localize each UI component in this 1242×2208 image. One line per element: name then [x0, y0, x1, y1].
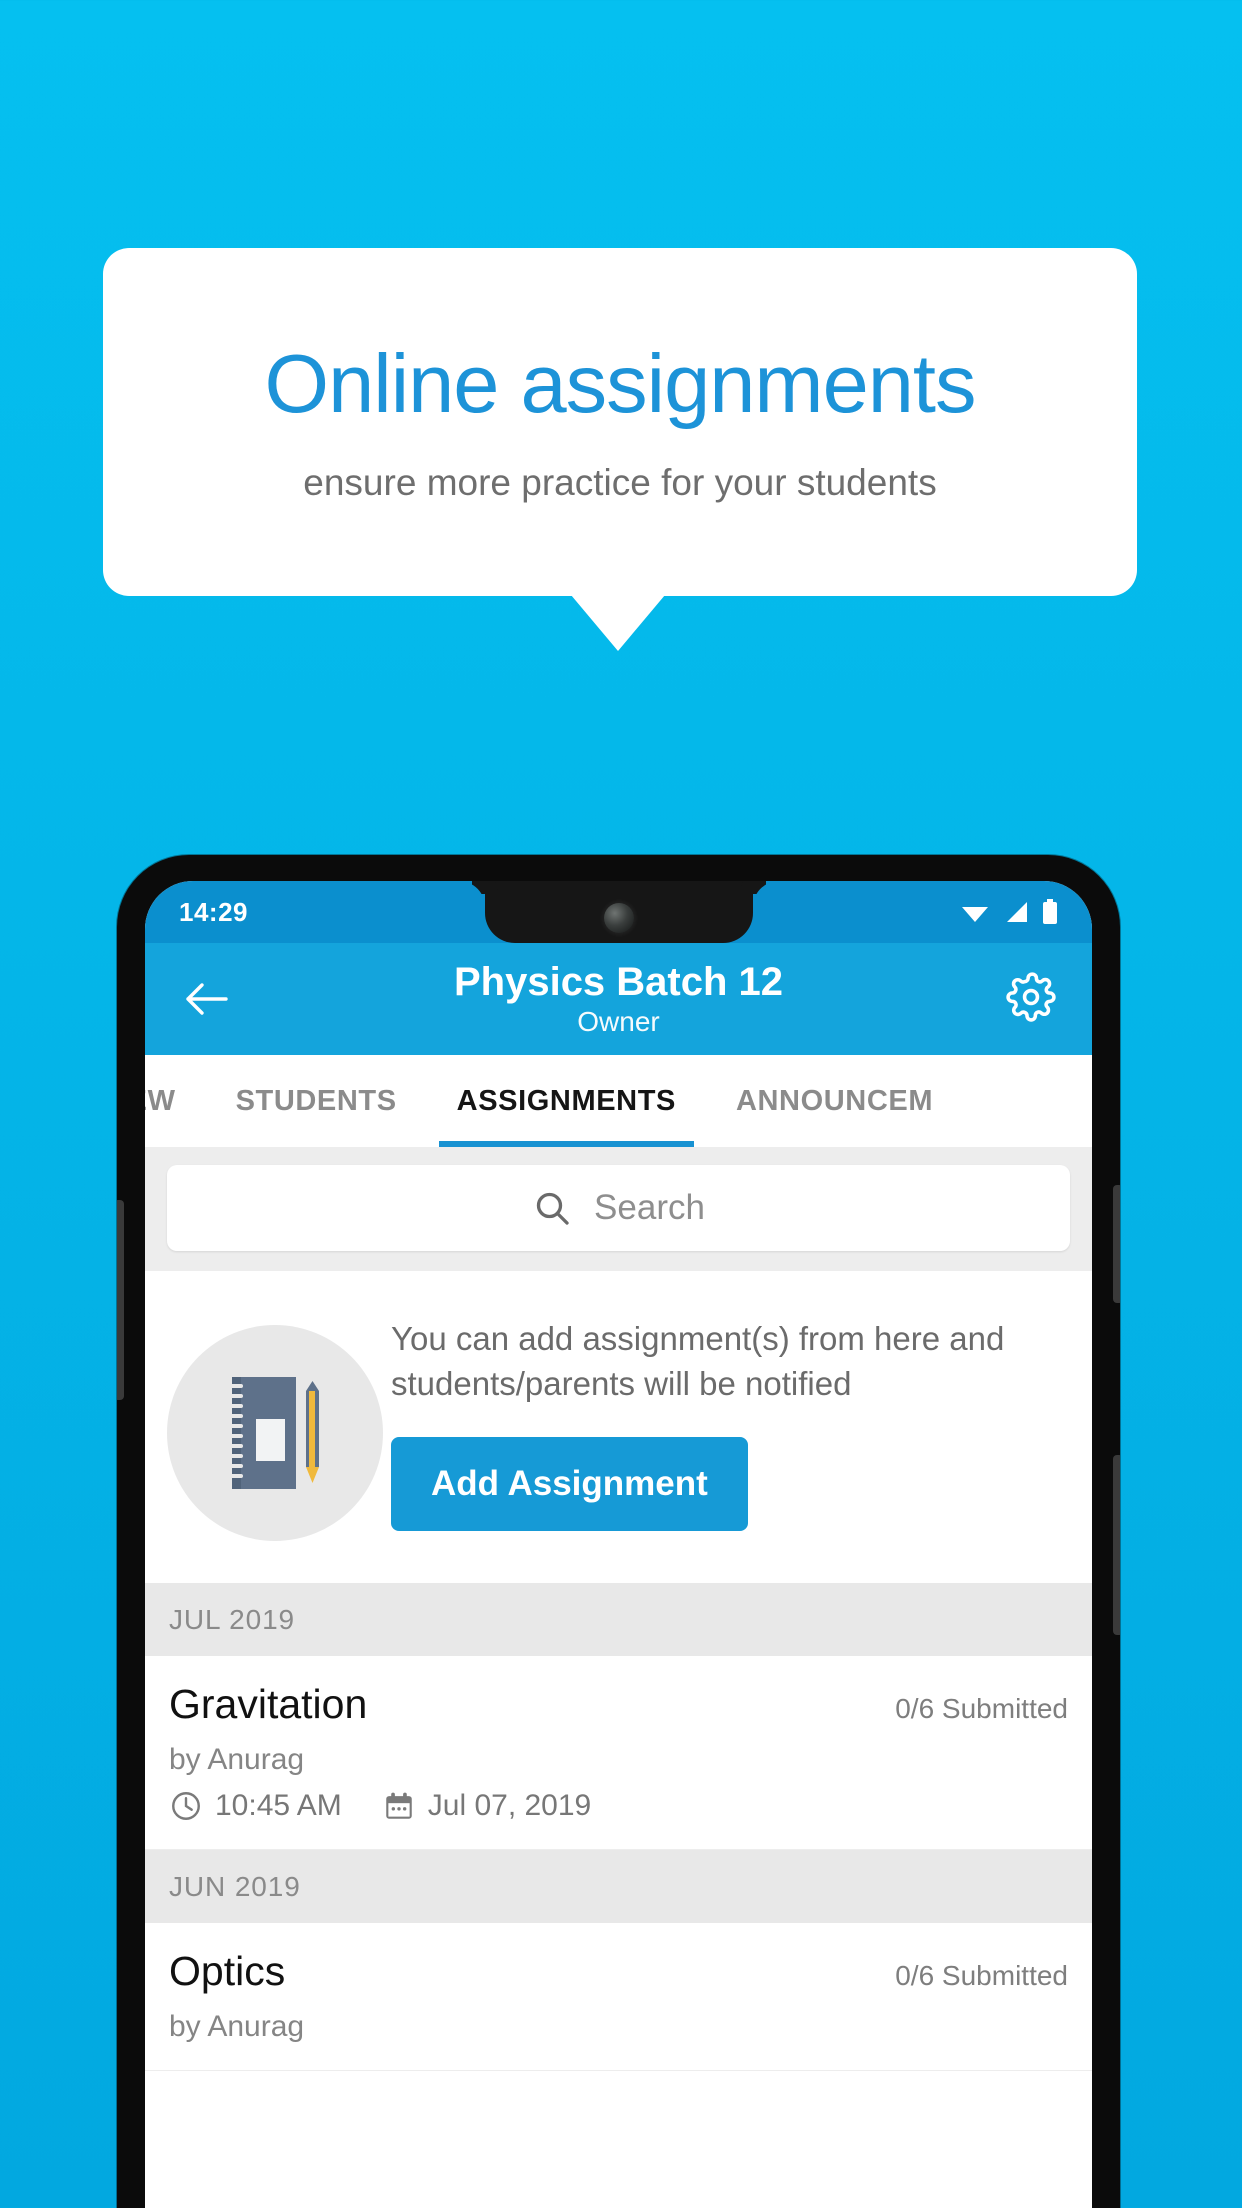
empty-state-card: You can add assignment(s) from here and …	[145, 1271, 1092, 1583]
search-placeholder: Search	[594, 1188, 705, 1227]
promo-subtitle: ensure more practice for your students	[303, 461, 937, 503]
signal-icon	[1003, 900, 1029, 924]
empty-state-message: You can add assignment(s) from here and …	[391, 1320, 1005, 1402]
page-title: Physics Batch 12	[453, 960, 784, 1005]
assignment-row-optics[interactable]: Optics 0/6 Submitted by Anurag	[145, 1923, 1092, 2072]
empty-state-content: You can add assignment(s) from here and …	[391, 1311, 1064, 1531]
phone-screen: 14:29 Physics Batch 12 Owner W STUDENTS …	[145, 881, 1092, 2208]
assignment-header: Optics 0/6 Submitted	[169, 1947, 1068, 1996]
search-area: Search	[145, 1147, 1092, 1271]
promo-bubble-tail	[571, 595, 665, 651]
assignment-author: by Anurag	[169, 2010, 305, 2044]
assignment-submitted-count: 0/6 Submitted	[895, 1693, 1068, 1724]
gear-icon	[1006, 971, 1056, 1027]
search-icon	[532, 1188, 572, 1228]
app-bar-titles: Physics Batch 12 Owner	[145, 959, 1092, 1039]
promo-title: Online assignments	[264, 337, 977, 431]
month-header-jul: JUL 2019	[145, 1583, 1092, 1656]
phone-side-button[interactable]	[1113, 1455, 1120, 1635]
assignment-meta: 10:45 AM Jul 07, 2019	[169, 1789, 1068, 1823]
settings-button[interactable]	[1000, 968, 1062, 1030]
assignment-submitted-count: 0/6 Submitted	[895, 1960, 1068, 1992]
phone-power-button[interactable]	[1113, 1185, 1120, 1303]
status-bar-clock: 14:29	[179, 896, 248, 927]
tab-students[interactable]: STUDENTS	[206, 1055, 427, 1147]
assignment-title: Gravitation	[169, 1681, 368, 1727]
tab-overview[interactable]: IEW	[145, 1055, 206, 1147]
notebook-and-pen-icon	[167, 1325, 383, 1541]
assignment-row-gravitation[interactable]: Gravitation 0/6 Submitted by Anurag 10:4…	[145, 1656, 1092, 1851]
phone-volume-button[interactable]	[117, 1200, 124, 1400]
clock-icon	[169, 1789, 203, 1823]
phone-mockup: 14:29 Physics Batch 12 Owner W STUDENTS …	[117, 855, 1120, 2208]
front-camera-icon	[603, 903, 634, 933]
tab-bar[interactable]: IEW STUDENTS ASSIGNMENTS ANNOUNCEM	[145, 1055, 1092, 1147]
add-assignment-button[interactable]: Add Assignment	[391, 1436, 748, 1531]
assignment-date: Jul 07, 2019	[427, 1789, 592, 1823]
search-input[interactable]: Search	[167, 1165, 1070, 1251]
back-button[interactable]	[175, 968, 237, 1030]
status-bar-icons	[960, 899, 1058, 925]
tab-announcements[interactable]: ANNOUNCEM	[706, 1055, 963, 1147]
phone-notch	[484, 881, 753, 943]
assignment-header: Gravitation 0/6 Submitted	[169, 1680, 1068, 1729]
page-subtitle: Owner	[577, 1006, 660, 1038]
app-bar: Physics Batch 12 Owner	[145, 943, 1092, 1055]
wifi-icon	[960, 900, 990, 924]
month-header-jun: JUN 2019	[145, 1850, 1092, 1924]
promo-bubble: Online assignments ensure more practice …	[103, 248, 1137, 596]
assignment-author: by Anurag	[169, 1743, 305, 1777]
tab-assignments[interactable]: ASSIGNMENTS	[427, 1055, 706, 1147]
battery-icon	[1042, 899, 1058, 925]
assignment-title: Optics	[169, 1948, 286, 1995]
calendar-icon	[382, 1789, 416, 1823]
assignment-time: 10:45 AM	[215, 1789, 342, 1823]
